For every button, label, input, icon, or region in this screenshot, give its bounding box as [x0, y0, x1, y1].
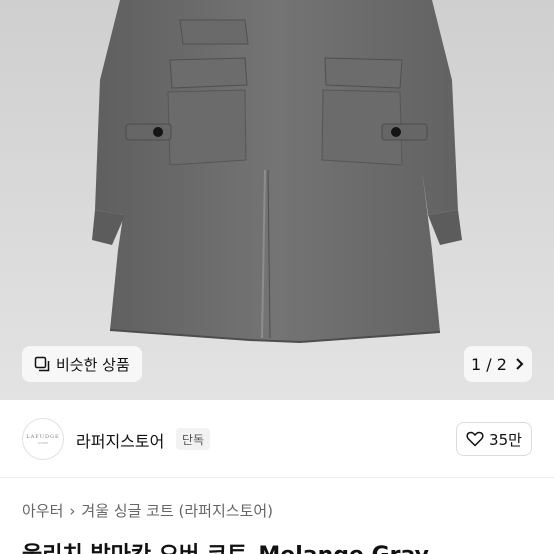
product-title: 울리치 발마칸 오버 코트_Melange Gray [22, 537, 429, 554]
similar-products-icon [34, 356, 50, 372]
like-count: 35만 [489, 430, 522, 449]
similar-products-label: 비슷한 상품 [56, 355, 130, 374]
breadcrumb-separator: › [69, 501, 76, 520]
seller-avatar-logo: LAFUDGE [26, 433, 60, 440]
image-pager[interactable]: 1 / 2 [464, 346, 532, 382]
product-image[interactable]: 비슷한 상품 1 / 2 [0, 0, 554, 400]
heart-icon [466, 431, 484, 447]
seller-avatar-sub: STORE [37, 440, 49, 445]
breadcrumb-category[interactable]: 아우터 [22, 500, 63, 521]
like-button[interactable]: 35만 [456, 422, 532, 456]
seller-name[interactable]: 라퍼지스토어 [76, 428, 164, 452]
seller-avatar[interactable]: LAFUDGE STORE [22, 418, 64, 460]
breadcrumb: 아우터 › 겨울 싱글 코트 (라퍼지스토어) [22, 500, 273, 521]
coat-illustration [92, 0, 462, 344]
exclusive-badge: 단독 [176, 428, 211, 450]
seller-row: LAFUDGE STORE 라퍼지스토어 단독 35만 [0, 400, 554, 478]
similar-products-button[interactable]: 비슷한 상품 [22, 346, 142, 382]
pager-text: 1 / 2 [471, 354, 507, 374]
breadcrumb-subcategory[interactable]: 겨울 싱글 코트 (라퍼지스토어) [81, 500, 273, 521]
chevron-right-icon [516, 358, 524, 370]
